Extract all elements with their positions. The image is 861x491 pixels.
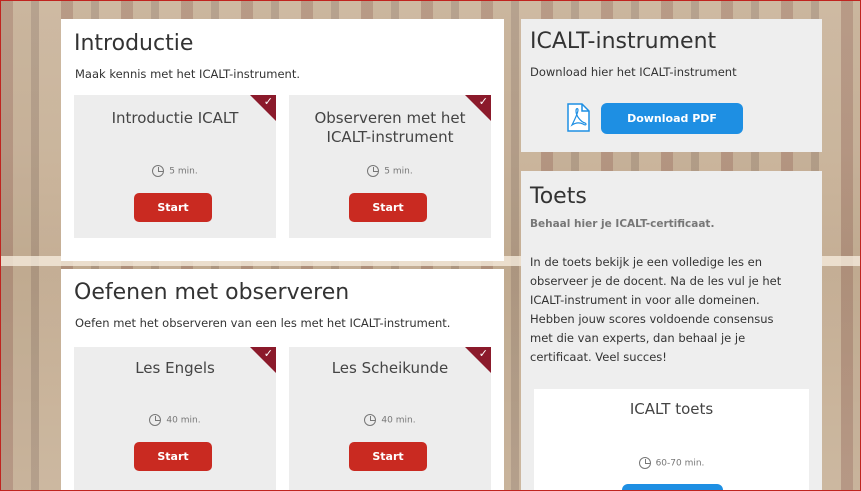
intro-subtitle: Maak kennis met het ICALT-instrument. <box>75 67 301 81</box>
start-test-button[interactable] <box>622 484 723 490</box>
clock-icon <box>152 165 165 177</box>
course-card[interactable]: ✓ Introductie ICALT 5 min. Start <box>74 95 276 238</box>
practice-subtitle: Oefen met het observeren van een les met… <box>75 316 451 330</box>
clock-icon <box>638 457 651 469</box>
start-button[interactable]: Start <box>349 442 427 471</box>
intro-title: Introductie <box>74 31 194 56</box>
card-title: Introductie ICALT <box>111 109 239 127</box>
test-title: Toets <box>530 184 587 209</box>
clock-icon <box>364 414 377 426</box>
course-card[interactable]: ✓ Les Engels 40 min. Start <box>74 347 276 490</box>
practice-panel: Oefenen met observeren Oefen met het obs… <box>61 269 504 490</box>
test-card[interactable]: ICALT toets 60-70 min. <box>534 389 809 490</box>
course-card[interactable]: ✓ Observeren met het ICALT-instrument 5 … <box>289 95 491 238</box>
test-card-title: ICALT toets <box>629 400 714 418</box>
instrument-subtitle: Download hier het ICALT-instrument <box>530 65 737 79</box>
card-title: Les Scheikunde <box>331 359 449 377</box>
clock-icon <box>149 414 162 426</box>
card-duration: 5 min. <box>74 165 276 177</box>
card-title: Observeren met het ICALT-instrument <box>314 109 466 146</box>
card-duration: 40 min. <box>289 414 491 426</box>
card-duration: 40 min. <box>74 414 276 426</box>
test-subtitle: Behaal hier je ICALT-certificaat. <box>530 218 715 230</box>
checkmark-icon: ✓ <box>263 95 273 108</box>
test-card-duration: 60-70 min. <box>534 457 809 469</box>
pdf-icon <box>567 103 590 132</box>
test-description: In de toets bekijk je een volledige les … <box>530 255 782 364</box>
card-duration: 5 min. <box>289 165 491 177</box>
test-panel: Toets Behaal hier je ICALT-certificaat. … <box>521 171 822 490</box>
checkmark-icon: ✓ <box>478 95 488 108</box>
page-frame: Introductie Maak kennis met het ICALT-in… <box>0 0 861 491</box>
download-pdf-button[interactable]: Download PDF <box>601 103 743 134</box>
instrument-panel: ICALT-instrument Download hier het ICALT… <box>521 19 822 152</box>
practice-title: Oefenen met observeren <box>74 280 350 305</box>
start-button[interactable]: Start <box>349 193 427 222</box>
clock-icon <box>367 165 380 177</box>
intro-panel: Introductie Maak kennis met het ICALT-in… <box>61 19 504 261</box>
start-button[interactable]: Start <box>134 442 212 471</box>
instrument-title: ICALT-instrument <box>530 29 717 54</box>
course-card[interactable]: ✓ Les Scheikunde 40 min. Start <box>289 347 491 490</box>
start-button[interactable]: Start <box>134 193 212 222</box>
card-title: Les Engels <box>135 359 215 377</box>
